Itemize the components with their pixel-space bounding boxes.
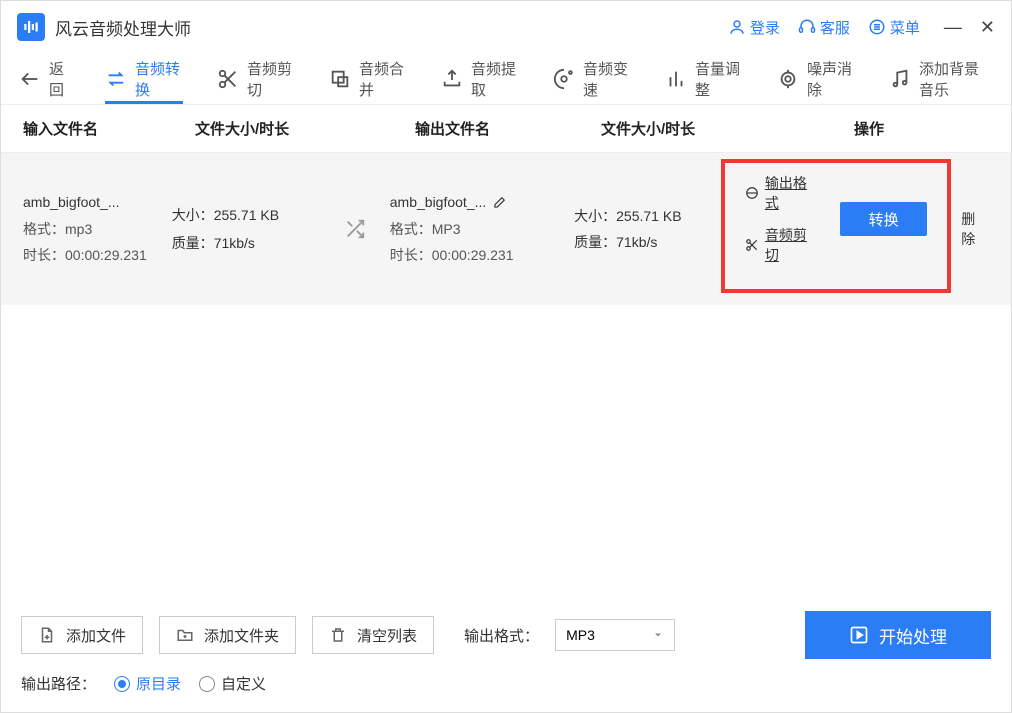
shuffle-icon[interactable]	[344, 218, 366, 240]
chevron-down-icon	[652, 629, 664, 641]
tab-add-bgm[interactable]: 添加背景音乐	[889, 53, 993, 104]
app-logo-icon	[17, 13, 45, 41]
trash-icon	[329, 626, 347, 644]
col-input-name: 输入文件名	[23, 118, 195, 139]
output-file-cell: amb_bigfoot_... 格式：MP3 时长：00:00:29.231	[390, 191, 574, 266]
output-format-label: 输出格式：	[464, 625, 539, 646]
output-format-select[interactable]: MP3	[555, 619, 675, 651]
output-duration: 时长：00:00:29.231	[390, 244, 574, 266]
speed-icon	[553, 68, 575, 90]
tab-audio-speed[interactable]: 音频变速	[553, 53, 631, 104]
input-filename: amb_bigfoot_...	[23, 191, 172, 213]
col-operation: 操作	[749, 118, 989, 139]
title-bar: 风云音频处理大师 登录 客服 菜单 — ✕	[1, 1, 1011, 53]
output-path-label: 输出路径：	[21, 673, 96, 694]
convert-button[interactable]: 转换	[840, 202, 927, 236]
close-button[interactable]: ✕	[980, 18, 995, 36]
file-row: amb_bigfoot_... 格式：mp3 时长：00:00:29.231 大…	[1, 153, 1011, 305]
user-icon	[728, 18, 746, 36]
extract-icon	[441, 68, 463, 90]
input-duration: 时长：00:00:29.231	[23, 244, 172, 266]
column-headers: 输入文件名 文件大小/时长 输出文件名 文件大小/时长 操作	[1, 105, 1011, 153]
output-format: 格式：MP3	[390, 218, 574, 240]
col-size-dur-1: 文件大小/时长	[195, 118, 415, 139]
merge-icon	[329, 68, 351, 90]
operation-area: 输出格式 音频剪切 转换	[721, 159, 951, 293]
back-button[interactable]: 返回	[19, 53, 71, 104]
output-filename: amb_bigfoot_...	[390, 191, 487, 213]
scissors-icon	[217, 68, 239, 90]
play-icon	[849, 625, 869, 645]
input-quality: 质量：71kb/s	[172, 232, 279, 254]
app-title: 风云音频处理大师	[55, 15, 191, 40]
scissors-small-icon	[745, 238, 759, 252]
equalizer-icon	[665, 68, 687, 90]
output-path-original-radio[interactable]: 原目录	[114, 673, 181, 694]
minimize-button[interactable]: —	[944, 18, 962, 36]
tab-bar: 返回 音频转换 音频剪切 音频合并 音频提取 音频变速 音量调整 噪声消除 添加…	[1, 53, 1011, 105]
tab-denoise[interactable]: 噪声消除	[777, 53, 855, 104]
output-size-cell: 大小：255.71 KB 质量：71kb/s	[574, 205, 721, 254]
input-file-cell: amb_bigfoot_... 格式：mp3 时长：00:00:29.231	[1, 191, 172, 266]
format-icon	[745, 186, 759, 200]
audio-cut-link[interactable]: 音频剪切	[745, 225, 820, 265]
folder-add-icon	[176, 626, 194, 644]
arrow-left-icon	[19, 68, 41, 90]
delete-button[interactable]: 删除	[961, 209, 989, 249]
clear-list-button[interactable]: 清空列表	[312, 616, 434, 654]
tab-audio-cut[interactable]: 音频剪切	[217, 53, 295, 104]
denoise-icon	[777, 68, 799, 90]
file-add-icon	[38, 626, 56, 644]
music-icon	[889, 68, 911, 90]
output-size: 大小：255.71 KB	[574, 205, 721, 227]
login-button[interactable]: 登录	[728, 17, 780, 38]
footer: 添加文件 添加文件夹 清空列表 输出格式： MP3 开始处理 输出路径： 原目录…	[1, 599, 1011, 712]
tab-volume-adjust[interactable]: 音量调整	[665, 53, 743, 104]
add-folder-button[interactable]: 添加文件夹	[159, 616, 296, 654]
col-output-name: 输出文件名	[415, 118, 601, 139]
col-size-dur-2: 文件大小/时长	[601, 118, 749, 139]
output-quality: 质量：71kb/s	[574, 231, 721, 253]
edit-icon[interactable]	[492, 196, 506, 210]
output-path-custom-radio[interactable]: 自定义	[199, 673, 266, 694]
support-button[interactable]: 客服	[798, 17, 850, 38]
tab-audio-convert[interactable]: 音频转换	[105, 53, 183, 104]
convert-icon	[105, 68, 127, 90]
input-format: 格式：mp3	[23, 218, 172, 240]
menu-icon	[868, 18, 886, 36]
tab-audio-extract[interactable]: 音频提取	[441, 53, 519, 104]
input-size: 大小：255.71 KB	[172, 204, 279, 226]
output-format-link[interactable]: 输出格式	[745, 173, 820, 213]
start-processing-button[interactable]: 开始处理	[805, 611, 991, 659]
menu-button[interactable]: 菜单	[868, 17, 920, 38]
headset-icon	[798, 18, 816, 36]
tab-audio-merge[interactable]: 音频合并	[329, 53, 407, 104]
input-size-cell: 大小：255.71 KB 质量：71kb/s	[172, 204, 390, 255]
add-file-button[interactable]: 添加文件	[21, 616, 143, 654]
